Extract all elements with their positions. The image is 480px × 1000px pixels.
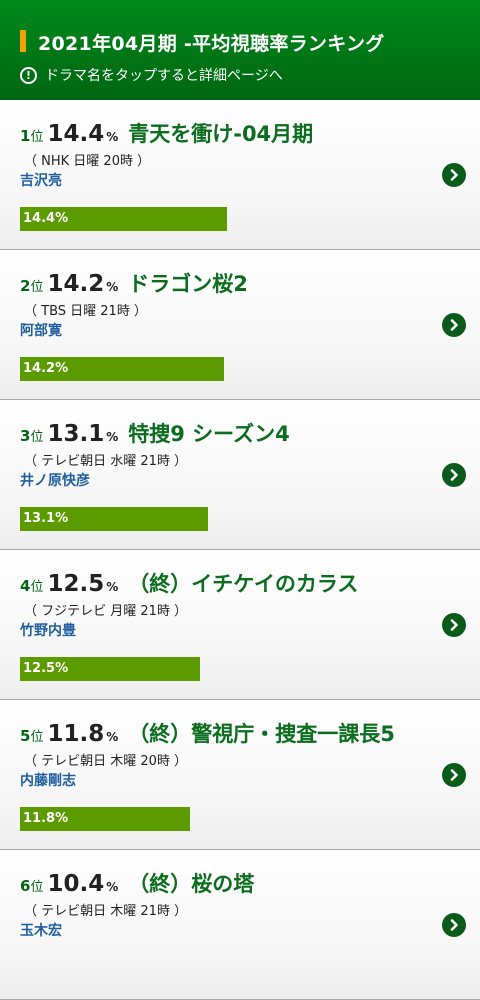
rank-number: 2 <box>20 277 31 295</box>
rating-bar: 13.1% <box>20 507 208 531</box>
broadcast-info: （ テレビ朝日 木曜 20時 ） <box>24 754 188 769</box>
drama-title-link[interactable]: （終）警視庁・捜査一課長5 <box>128 718 395 748</box>
ranking-headline: 2 位 14.2 % ドラゴン桜2 <box>20 268 248 298</box>
rank-number: 4 <box>20 577 31 595</box>
rank-suffix: 位 <box>30 430 44 445</box>
ranking-item[interactable]: 5 位 11.8 % （終）警視庁・捜査一課長5 （ テレビ朝日 木曜 20時 … <box>0 700 480 850</box>
ranking-item[interactable]: 2 位 14.2 % ドラゴン桜2 （ TBS 日曜 21時 ） 阿部寛 14.… <box>0 250 480 400</box>
rank-number: 6 <box>20 877 31 895</box>
ranking-list: 1 位 14.4 % 青天を衝け-04月期 （ NHK 日曜 20時 ） 吉沢亮… <box>0 100 480 1000</box>
info-icon: ! <box>20 66 37 84</box>
rating-bar: 12.5% <box>20 657 200 681</box>
rank-suffix: 位 <box>30 280 44 295</box>
chevron-right-icon[interactable] <box>442 463 466 487</box>
ranking-headline: 1 位 14.4 % 青天を衝け-04月期 <box>20 118 313 148</box>
tap-hint-text: ドラマ名をタップすると詳細ページへ <box>45 68 283 84</box>
rating-value: 11.8 <box>47 721 105 747</box>
rating-bar: 11.8% <box>20 807 190 831</box>
lead-actor-link[interactable]: 竹野内豊 <box>20 620 76 640</box>
page-title: 2021年04月期 -平均視聴率ランキング <box>38 33 385 55</box>
rank-suffix: 位 <box>30 730 44 745</box>
page-header: 2021年04月期 -平均視聴率ランキング ! ドラマ名をタップすると詳細ページ… <box>0 0 480 100</box>
ranking-headline: 6 位 10.4 % （終）桜の塔 <box>20 868 254 898</box>
broadcast-info: （ TBS 日曜 21時 ） <box>24 304 147 319</box>
rating-bar: 14.2% <box>20 357 224 381</box>
broadcast-info: （ フジテレビ 月曜 21時 ） <box>24 604 188 619</box>
ranking-headline: 5 位 11.8 % （終）警視庁・捜査一課長5 <box>20 718 395 748</box>
rating-unit: % <box>106 880 119 894</box>
drama-title-link[interactable]: ドラゴン桜2 <box>128 268 248 298</box>
rating-unit: % <box>106 430 119 444</box>
drama-title-link[interactable]: 特捜9 シーズン4 <box>128 418 289 448</box>
chevron-right-icon[interactable] <box>442 613 466 637</box>
tap-hint: ! ドラマ名をタップすると詳細ページへ <box>20 64 283 86</box>
rating-value: 12.5 <box>47 571 105 597</box>
lead-actor-link[interactable]: 阿部寛 <box>20 320 62 340</box>
rating-value: 10.4 <box>47 871 105 897</box>
rating-unit: % <box>106 280 119 294</box>
ranking-headline: 3 位 13.1 % 特捜9 シーズン4 <box>20 418 290 448</box>
rank-suffix: 位 <box>30 880 44 895</box>
drama-title-link[interactable]: （終）イチケイのカラス <box>128 568 358 598</box>
ranking-item[interactable]: 1 位 14.4 % 青天を衝け-04月期 （ NHK 日曜 20時 ） 吉沢亮… <box>0 100 480 250</box>
chevron-right-icon[interactable] <box>442 313 466 337</box>
rating-value: 14.2 <box>47 271 105 297</box>
broadcast-info: （ NHK 日曜 20時 ） <box>24 154 151 169</box>
rating-bar: 14.4% <box>20 207 227 231</box>
drama-title-link[interactable]: （終）桜の塔 <box>128 868 254 898</box>
ranking-item[interactable]: 4 位 12.5 % （終）イチケイのカラス （ フジテレビ 月曜 21時 ） … <box>0 550 480 700</box>
rating-unit: % <box>106 580 119 594</box>
rating-unit: % <box>106 130 119 144</box>
lead-actor-link[interactable]: 井ノ原快彦 <box>20 470 90 490</box>
lead-actor-link[interactable]: 吉沢亮 <box>20 170 62 190</box>
ranking-headline: 4 位 12.5 % （終）イチケイのカラス <box>20 568 358 598</box>
rating-value: 14.4 <box>47 121 105 147</box>
rank-suffix: 位 <box>30 580 44 595</box>
ranking-item[interactable]: 6 位 10.4 % （終）桜の塔 （ テレビ朝日 木曜 21時 ） 玉木宏 <box>0 850 480 1000</box>
rank-number: 3 <box>20 427 31 445</box>
chevron-right-icon[interactable] <box>442 163 466 187</box>
lead-actor-link[interactable]: 内藤剛志 <box>20 770 76 790</box>
chevron-right-icon[interactable] <box>442 763 466 787</box>
broadcast-info: （ テレビ朝日 木曜 21時 ） <box>24 904 188 919</box>
rank-suffix: 位 <box>30 130 44 145</box>
lead-actor-link[interactable]: 玉木宏 <box>20 920 62 940</box>
ranking-item[interactable]: 3 位 13.1 % 特捜9 シーズン4 （ テレビ朝日 水曜 21時 ） 井ノ… <box>0 400 480 550</box>
drama-title-link[interactable]: 青天を衝け-04月期 <box>128 118 313 148</box>
rating-unit: % <box>106 730 119 744</box>
rank-number: 1 <box>20 127 31 145</box>
chevron-right-icon[interactable] <box>442 913 466 937</box>
broadcast-info: （ テレビ朝日 水曜 21時 ） <box>24 454 188 469</box>
rating-value: 13.1 <box>47 421 105 447</box>
header-marker <box>20 30 26 52</box>
rank-number: 5 <box>20 727 31 745</box>
